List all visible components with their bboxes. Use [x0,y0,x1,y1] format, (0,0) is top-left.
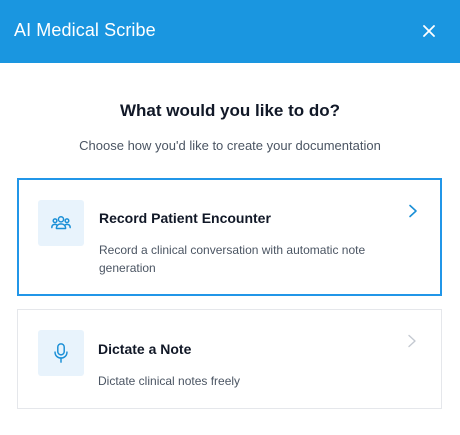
record-patient-encounter-option[interactable]: Record Patient Encounter Record a clinic… [17,178,442,296]
modal-title: AI Medical Scribe [14,20,156,40]
option-title: Dictate a Note [98,341,192,357]
chevron-right-icon [408,334,416,348]
close-icon [423,25,435,37]
chevron-right-icon [409,204,417,218]
prompt-subheading: Choose how you'd like to create your doc… [79,138,381,153]
close-button[interactable] [418,20,440,42]
modal-header: AI Medical Scribe [0,0,460,63]
people-icon [51,216,71,230]
dictate-note-option[interactable]: Dictate a Note Dictate clinical notes fr… [17,309,442,409]
option-description: Record a clinical conversation with auto… [99,243,366,275]
option-icon-box [38,330,84,376]
microphone-icon [54,343,68,363]
option-description: Dictate clinical notes freely [98,374,241,388]
option-title: Record Patient Encounter [99,210,271,226]
option-icon-box [38,200,84,246]
prompt-heading: What would you like to do? [119,101,341,120]
